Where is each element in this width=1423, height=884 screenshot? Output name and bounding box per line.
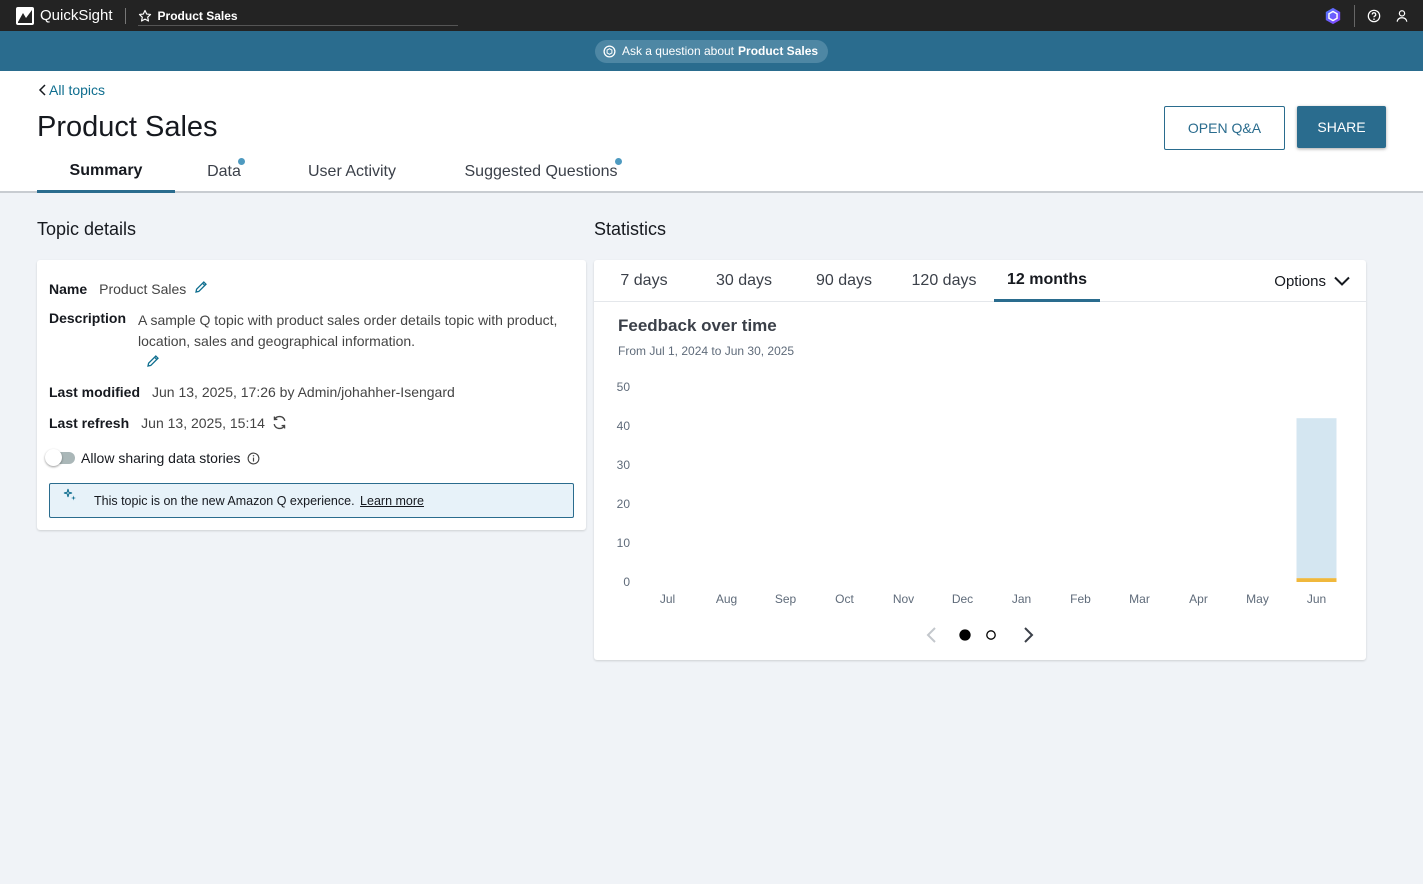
refresh-icon[interactable] — [271, 414, 288, 431]
ask-question-topic: Product Sales — [738, 44, 819, 58]
chart-pager — [594, 620, 1366, 650]
feedback-bar-chart: 0 10 20 30 40 50 Jul Aug Sep Oct Nov Dec Jan Feb Mar Ap… — [617, 380, 1337, 606]
nav-right-icons — [1324, 0, 1423, 31]
current-topic-name: Product Sales — [157, 8, 238, 23]
page-dot[interactable] — [959, 629, 971, 641]
notice-text-group: This topic is on the new Amazon Q experi… — [94, 494, 424, 508]
statistics-card: 7 days 30 days 90 days 120 days 12 month… — [594, 260, 1366, 660]
edit-description-pencil-icon[interactable] — [146, 354, 160, 368]
y-tick-label: 20 — [617, 497, 631, 511]
previous-page-chevron-icon[interactable] — [924, 626, 938, 644]
current-topic-crumb[interactable]: Product Sales — [137, 0, 458, 31]
page-dot[interactable] — [986, 630, 996, 640]
tab-user-activity[interactable]: User Activity — [293, 151, 411, 193]
description-value: A sample Q topic with product sales orde… — [138, 312, 558, 349]
tab-summary[interactable]: Summary — [37, 151, 175, 193]
x-tick-label: Nov — [893, 592, 914, 606]
name-value: Product Sales — [99, 281, 187, 297]
toggle-knob — [45, 449, 62, 466]
topic-details-heading: Topic details — [37, 219, 137, 239]
tab-user-activity-label: User Activity — [307, 163, 396, 180]
x-tick-label: Mar — [1129, 592, 1150, 606]
quicksight-logo-icon — [16, 6, 34, 25]
sparkle-icon — [63, 488, 76, 501]
allow-sharing-toggle[interactable] — [45, 449, 75, 466]
page-title: Product Sales — [37, 111, 218, 143]
ask-question-bar: Ask a question about Product Sales — [0, 31, 1423, 71]
y-tick-label: 30 — [617, 458, 631, 472]
name-label: Name — [49, 281, 88, 297]
description-label: Description — [49, 310, 127, 326]
x-tick-label: Feb — [1070, 592, 1091, 606]
statistics-heading: Statistics — [594, 219, 667, 239]
amazon-q-notice: This topic is on the new Amazon Q experi… — [49, 483, 574, 518]
ask-question-prefix: Ask a question about — [621, 44, 735, 58]
x-tick-label: Dec — [952, 592, 973, 606]
y-tick-label: 40 — [617, 419, 631, 433]
tab-data-indicator-dot — [238, 158, 245, 165]
allow-sharing-label: Allow sharing data stories — [81, 450, 241, 466]
tab-suggested-questions-label: Suggested Questions — [464, 163, 618, 180]
last-modified-row: Last modified Jun 13, 2025, 17:26 by Adm… — [49, 384, 455, 400]
all-topics-link[interactable]: All topics — [38, 82, 105, 98]
next-page-chevron-icon[interactable] — [1022, 626, 1036, 644]
chevron-left-icon — [38, 84, 46, 96]
tab-data[interactable]: Data — [193, 151, 255, 193]
x-tick-label: Aug — [716, 592, 737, 606]
y-tick-label: 50 — [617, 380, 631, 394]
x-tick-label: Sep — [775, 592, 797, 606]
x-tick-label: Jan — [1012, 592, 1031, 606]
tab-suggested-questions-indicator-dot — [615, 158, 622, 165]
nav-divider-right — [1354, 4, 1355, 27]
name-row: Name Product Sales — [49, 281, 208, 297]
user-icon[interactable] — [1395, 9, 1409, 23]
x-tick-label: May — [1246, 592, 1269, 606]
notice-text: This topic is on the new Amazon Q experi… — [94, 493, 355, 508]
crumb-underline — [137, 25, 458, 26]
tab-data-label: Data — [207, 163, 241, 180]
y-tick-label: 0 — [623, 575, 630, 589]
tab-suggested-questions[interactable]: Suggested Questions — [451, 151, 631, 193]
amazon-q-icon[interactable] — [1324, 7, 1342, 25]
x-tick-label: Apr — [1189, 592, 1208, 606]
star-icon[interactable] — [138, 9, 152, 23]
topic-details-card: Name Product Sales Description A sample … — [37, 260, 586, 530]
chart-bar — [1296, 578, 1337, 582]
last-modified-label: Last modified — [49, 384, 141, 400]
app-logo[interactable]: QuickSight — [16, 0, 113, 31]
topic-header: All topics Product Sales OPEN Q&A SHARE … — [0, 71, 1423, 193]
description-row: Description A sample Q topic with produc… — [49, 310, 558, 371]
open-qa-button[interactable]: OPEN Q&A — [1164, 106, 1285, 150]
last-refresh-label: Last refresh — [49, 415, 130, 431]
allow-sharing-label-group: Allow sharing data stories — [81, 450, 260, 466]
chart-bar — [1296, 418, 1337, 579]
x-tick-label: Jun — [1307, 592, 1326, 606]
info-icon[interactable] — [247, 452, 260, 465]
tab-summary-label: Summary — [69, 161, 143, 179]
share-button[interactable]: SHARE — [1297, 106, 1386, 148]
last-modified-value: Jun 13, 2025, 17:26 by Admin/johahher-Is… — [152, 384, 455, 400]
edit-name-pencil-icon[interactable] — [194, 280, 208, 294]
top-nav: QuickSight Product Sales — [0, 0, 1423, 31]
y-tick-label: 10 — [617, 536, 631, 550]
ask-question-button[interactable]: Ask a question about Product Sales — [594, 39, 829, 63]
last-refresh-row: Last refresh Jun 13, 2025, 15:14 — [49, 415, 288, 431]
nav-divider — [124, 7, 126, 24]
amazon-q-outline-icon — [603, 44, 616, 58]
page-dots — [959, 629, 996, 641]
x-tick-label: Jul — [660, 592, 675, 606]
help-icon[interactable] — [1367, 9, 1381, 23]
x-tick-label: Oct — [835, 592, 854, 606]
learn-more-link[interactable]: Learn more — [360, 494, 424, 508]
app-name: QuickSight — [40, 7, 113, 24]
last-refresh-value: Jun 13, 2025, 15:14 — [141, 415, 265, 431]
all-topics-label: All topics — [49, 82, 106, 98]
